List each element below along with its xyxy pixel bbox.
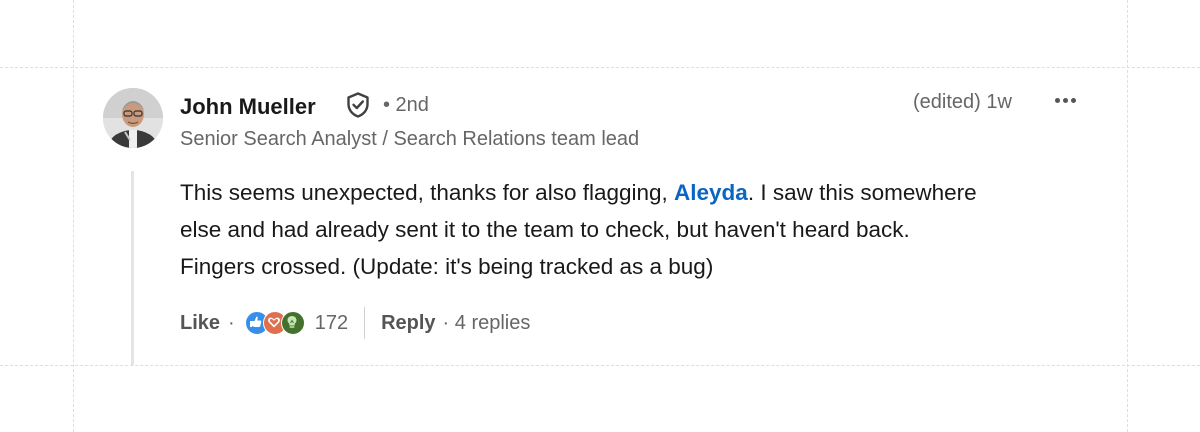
comment-timestamp: (edited) 1w [913,90,1012,114]
comment-line-2: else and had already sent it to the team… [180,217,910,242]
replies-count-link[interactable]: · 4 replies [443,312,531,335]
separator-dot: · [228,311,235,334]
author-name[interactable]: John Mueller [180,93,316,121]
avatar[interactable] [103,88,163,148]
connection-degree: • 2nd [383,94,429,116]
like-button[interactable]: Like [180,312,220,335]
mention-link[interactable]: Aleyda [674,180,748,205]
comment-text-segment: This seems unexpected, thanks for also f… [180,180,675,205]
more-dot-icon [1070,97,1076,103]
comment-line-1: This seems unexpected, thanks for also f… [180,174,1110,211]
reaction-count[interactable]: 172 [315,312,348,335]
reactions-summary[interactable] [244,311,305,335]
thread-line [131,171,134,365]
insightful-reaction-icon [280,311,305,335]
verified-shield-icon [344,91,372,119]
comment-text-segment: . I saw this somewhere [747,180,977,205]
comment-card: John Mueller • 2nd Senior Search Analyst… [0,0,1200,432]
comment-actions: Like · 172 Reply · 4 replies [180,306,530,340]
comment-line-3: Fingers crossed. (Update: it's being tra… [180,254,714,279]
actions-divider [364,307,366,339]
more-dot-icon [1054,97,1060,103]
more-options-button[interactable] [1049,88,1081,112]
reply-button[interactable]: Reply [381,312,435,335]
comment-text: This seems unexpected, thanks for also f… [180,174,1110,285]
edited-label: (edited) [913,91,981,113]
avatar-image [103,88,163,148]
more-dot-icon [1062,97,1068,103]
author-headline: Senior Search Analyst / Search Relations… [180,128,640,150]
time-ago: 1w [986,91,1012,113]
